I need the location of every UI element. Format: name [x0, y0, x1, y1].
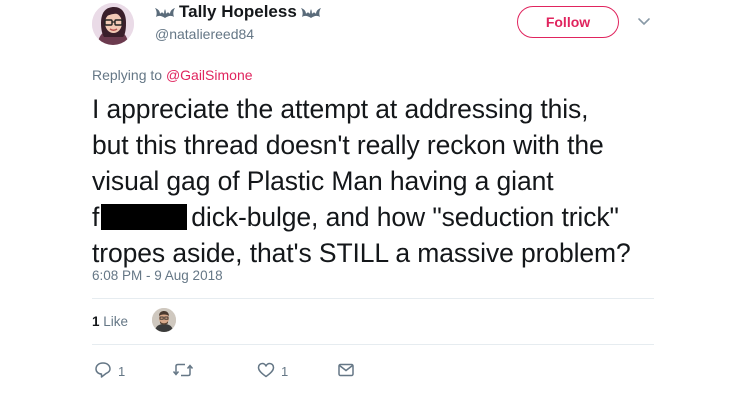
tweet-text-fragment: f	[92, 202, 100, 232]
bat-icon	[155, 6, 175, 18]
reply-context-prefix: Replying to	[92, 67, 163, 83]
like-button[interactable]: 1	[257, 361, 288, 382]
likes-summary[interactable]: 1 Like	[92, 314, 128, 329]
author-block: Tally Hopeless @nataliereed84	[155, 0, 321, 42]
divider	[92, 344, 654, 345]
reply-mention-link[interactable]: @GailSimone	[166, 67, 253, 83]
bat-icon	[300, 6, 321, 18]
tweet-text-line: I appreciate the attempt at addressing t…	[92, 94, 589, 124]
divider	[92, 298, 654, 299]
tweet-text-line: visual gag of Plastic Man having a giant	[92, 166, 554, 196]
likes-label: Like	[103, 314, 129, 329]
tweet-text-fragment: dick-bulge, and how "seduction trick"	[191, 202, 619, 232]
tweet-timestamp[interactable]: 6:08 PM - 9 Aug 2018	[92, 268, 223, 283]
reply-context: Replying to @GailSimone	[92, 67, 253, 83]
redaction-bar	[101, 204, 188, 230]
like-count: 1	[281, 364, 289, 379]
reply-count: 1	[118, 364, 126, 379]
tweet-text: I appreciate the attempt at addressing t…	[92, 91, 672, 271]
message-icon	[337, 361, 355, 382]
reply-icon	[94, 361, 112, 382]
follow-button[interactable]: Follow	[517, 6, 619, 38]
message-button[interactable]	[337, 361, 355, 382]
likes-count: 1	[92, 314, 100, 329]
heart-icon	[257, 361, 275, 382]
chevron-down-icon[interactable]	[637, 14, 651, 32]
tweet-text-line: tropes aside, that's STILL a massive pro…	[92, 238, 631, 268]
tweet-card: Tally Hopeless @nataliereed84 Follow Rep…	[0, 0, 750, 400]
author-display-name[interactable]: Tally Hopeless	[155, 0, 321, 24]
retweet-icon	[172, 361, 194, 382]
author-avatar[interactable]	[92, 3, 134, 45]
display-name-text: Tally Hopeless	[179, 2, 297, 21]
reply-button[interactable]: 1	[94, 361, 125, 382]
tweet-text-line: but this thread doesn't really reckon wi…	[92, 130, 604, 160]
author-handle[interactable]: @nataliereed84	[155, 26, 321, 42]
tweet-text-line: f dick-bulge, and how "seduction trick"	[92, 199, 672, 235]
liker-avatar[interactable]	[152, 308, 176, 332]
retweet-button[interactable]	[172, 361, 200, 382]
